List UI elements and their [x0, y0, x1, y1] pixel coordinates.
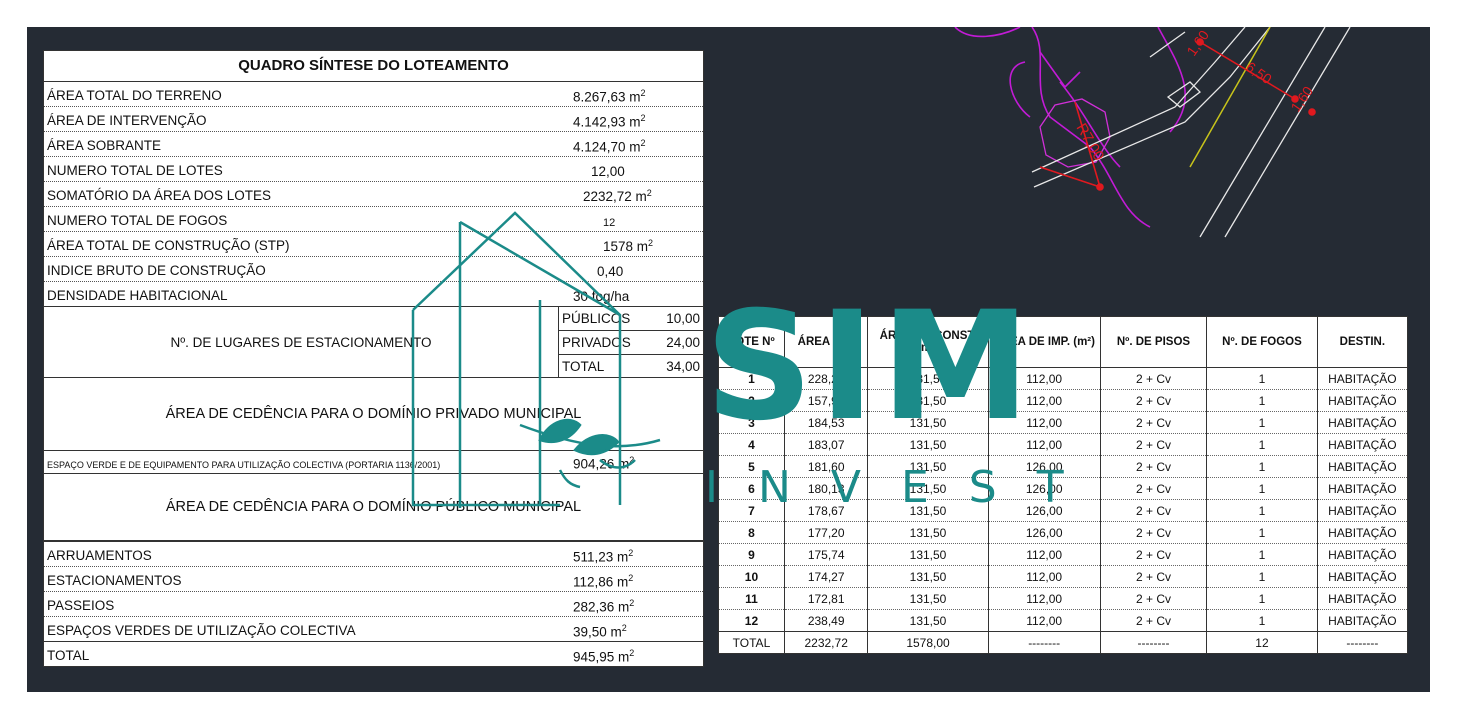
row-label: ÁREA TOTAL DE CONSTRUÇÃO (STP): [47, 238, 290, 253]
summary-row: ARRUAMENTOS 511,23 m2: [44, 542, 703, 567]
summary-table: QUADRO SÍNTESE DO LOTEAMENTO ÁREA TOTAL …: [43, 50, 704, 667]
table-row: 8 177,20 131,50 126,00 2 + Cv 1 HABITAÇÃO: [718, 521, 1409, 544]
summary-row: ÁREA TOTAL DO TERRENO 8.267,63 m2: [44, 82, 703, 107]
row-value: 0,40: [597, 264, 624, 279]
site-plan-drawing: R7,00 1,60 6,50 1,60: [954, 27, 1351, 238]
summary-row: ÁREA SOBRANTE 4.124,70 m2: [44, 132, 703, 157]
table-row: 10 174,27 131,50 112,00 2 + Cv 1 HABITAÇÃO: [718, 565, 1409, 588]
summary-row: NUMERO TOTAL DE LOTES 12,00: [44, 157, 703, 182]
summary-row: SOMATÓRIO DA ÁREA DOS LOTES 2232,72 m2: [44, 182, 703, 207]
row-label: ESPAÇOS VERDES DE UTILIZAÇÃO COLECTIVA: [47, 623, 356, 638]
row-value: 511,23 m2: [573, 547, 634, 565]
row-label: NUMERO TOTAL DE FOGOS: [47, 213, 228, 228]
dim-label-1: 1,60: [1183, 27, 1212, 59]
parking-row: PRIVADOS 24,00: [559, 331, 703, 355]
row-value: 945,95 m2: [573, 647, 635, 665]
summary-row: NUMERO TOTAL DE FOGOS 12: [44, 207, 703, 232]
row-value: 2232,72 m2: [583, 187, 652, 205]
row-value: 12: [603, 217, 616, 229]
row-label: DENSIDADE HABITACIONAL: [47, 288, 228, 303]
summary-row: DENSIDADE HABITACIONAL 30 fog/ha: [44, 282, 703, 307]
row-label: INDICE BRUTO DE CONSTRUÇÃO: [47, 263, 266, 278]
col-header: Nº. DE PISOS: [1099, 316, 1208, 368]
row-label: ÁREA SOBRANTE: [47, 138, 162, 153]
row-label: ESPAÇO VERDE E DE EQUIPAMENTO PARA UTILI…: [47, 460, 441, 470]
row-value: 112,86 m2: [573, 572, 634, 590]
table-row: 12 238,49 131,50 112,00 2 + Cv 1 HABITAÇÃO: [718, 609, 1409, 632]
summary-row: ÁREA TOTAL DE CONSTRUÇÃO (STP) 1578 m2: [44, 232, 703, 257]
row-value: 904,26 m2: [573, 454, 635, 472]
espaco-verde-row: ESPAÇO VERDE E DE EQUIPAMENTO PARA UTILI…: [44, 451, 703, 474]
row-value: 39,50 m2: [573, 622, 627, 640]
row-value: 4.142,93 m2: [573, 112, 646, 130]
cedencia-publico: ÁREA DE CEDÊNCIA PARA O DOMÍNIO PÚBLICO …: [44, 474, 703, 542]
row-value: 4.124,70 m2: [573, 137, 646, 155]
col-header: DESTIN.: [1316, 316, 1409, 368]
parking-row: TOTAL 34,00: [562, 359, 700, 374]
summary-title: QUADRO SÍNTESE DO LOTEAMENTO: [44, 51, 703, 82]
total-row: TOTAL 2232,72 1578,00 -------- -------- 12 ---…: [718, 631, 1409, 654]
summary-row: ESPAÇOS VERDES DE UTILIZAÇÃO COLECTIVA 39…: [44, 617, 703, 642]
summary-total-row: TOTAL 945,95 m2: [44, 642, 703, 666]
watermark-brand: SIM: [705, 280, 1037, 454]
summary-row: ÁREA DE INTERVENÇÃO 4.142,93 m2: [44, 107, 703, 132]
table-row: 11 172,81 131,50 112,00 2 + Cv 1 HABITAÇÃO: [718, 587, 1409, 610]
row-label: ARRUAMENTOS: [47, 548, 152, 563]
row-label: ÁREA TOTAL DO TERRENO: [47, 88, 222, 103]
dim-label-2: 6,50: [1243, 58, 1275, 87]
parking-block: Nº. DE LUGARES DE ESTACIONAMENTO PÚBLICO…: [44, 307, 703, 378]
row-label: ÁREA DE INTERVENÇÃO: [47, 113, 207, 128]
row-label: PASSEIOS: [47, 598, 115, 613]
summary-row: PASSEIOS 282,36 m2: [44, 592, 703, 617]
watermark-sub: INVEST: [705, 462, 1104, 513]
parking-label: Nº. DE LUGARES DE ESTACIONAMENTO: [170, 334, 432, 350]
row-value: 12,00: [591, 164, 625, 179]
row-value: 282,36 m2: [573, 597, 635, 615]
row-label: SOMATÓRIO DA ÁREA DOS LOTES: [47, 188, 272, 203]
radius-label: R7,00: [1073, 121, 1108, 164]
parking-row: PÚBLICOS 10,00: [559, 307, 703, 331]
row-value: 8.267,63 m2: [573, 87, 646, 105]
row-value: 30 fog/ha: [573, 289, 630, 304]
col-header: Nº. DE FOGOS: [1206, 316, 1318, 368]
row-label: TOTAL: [47, 648, 90, 663]
cedencia-privado: ÁREA DE CEDÊNCIA PARA O DOMÍNIO PRIVADO …: [44, 378, 703, 451]
row-label: ESTACIONAMENTOS: [47, 573, 182, 588]
summary-row: ESTACIONAMENTOS 112,86 m2: [44, 567, 703, 592]
summary-row: INDICE BRUTO DE CONSTRUÇÃO 0,40: [44, 257, 703, 282]
row-value: 1578 m2: [603, 237, 654, 255]
parking-grid: PÚBLICOS 10,00 PRIVADOS 24,00 TOTAL 34,00: [558, 307, 703, 377]
table-row: 9 175,74 131,50 112,00 2 + Cv 1 HABITAÇÃO: [718, 543, 1409, 566]
row-label: NUMERO TOTAL DE LOTES: [47, 163, 223, 178]
